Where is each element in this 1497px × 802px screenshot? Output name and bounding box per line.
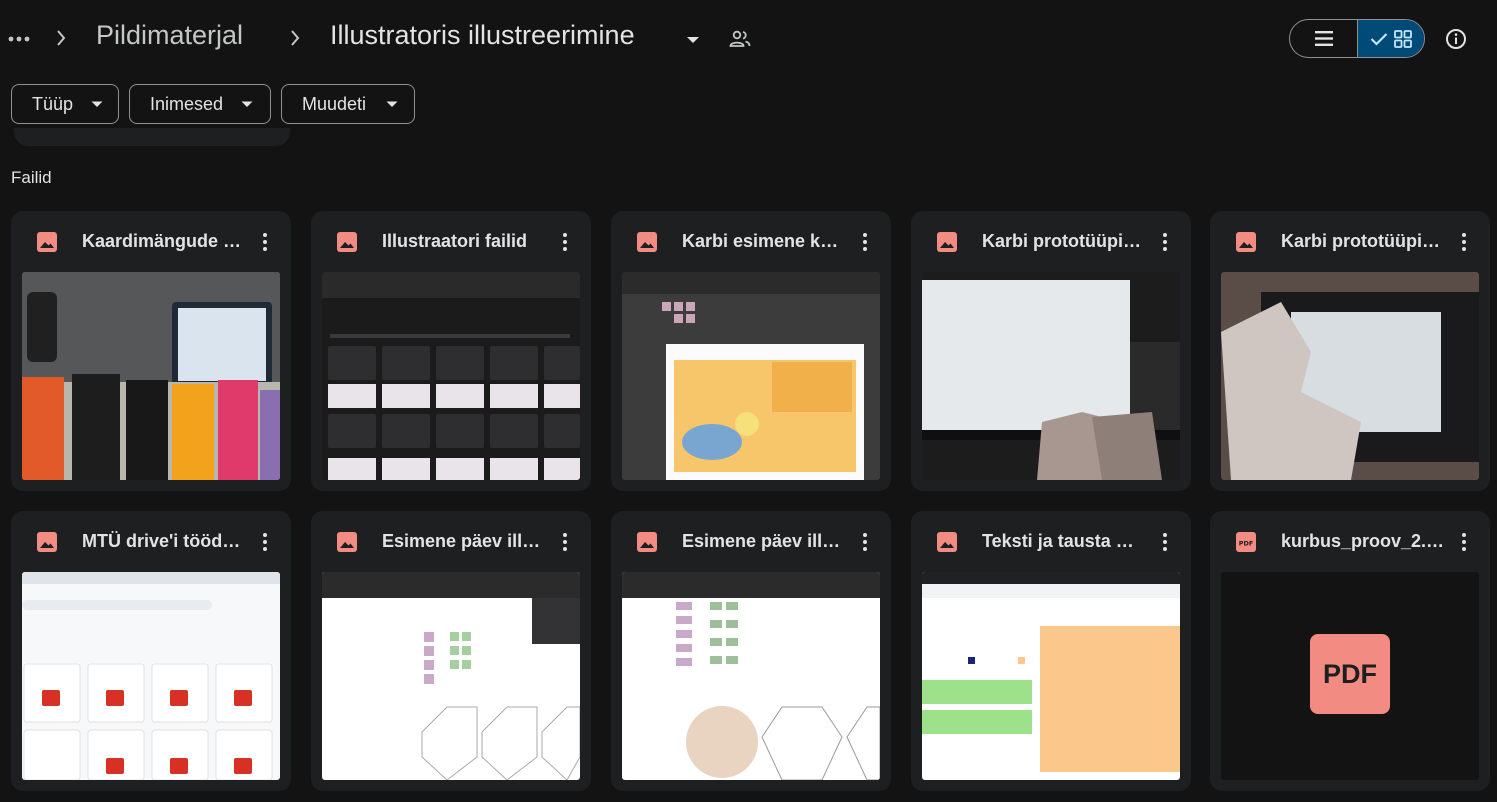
file-thumbnail[interactable]: PDF: [1221, 572, 1479, 780]
file-name: kurbus_proov_2.…: [1281, 531, 1445, 551]
file-card[interactable]: MTÜ drive'i tööd…: [11, 511, 291, 791]
filter-chip-label: Inimesed: [150, 94, 224, 114]
grid-view-button[interactable]: [1357, 20, 1424, 57]
more-vertical-icon[interactable]: [853, 529, 877, 555]
file-card[interactable]: PDF kurbus_proov_2.… PDF: [1210, 511, 1490, 791]
file-name: Esimene päev ill…: [682, 531, 841, 551]
image-file-icon: [937, 232, 957, 252]
file-thumbnail[interactable]: [922, 272, 1180, 480]
top-bar: Pildimaterjal Illustratoris illustreerim…: [0, 0, 1497, 78]
file-name: Karbi prototüüpi…: [982, 231, 1141, 251]
image-file-icon: [337, 532, 357, 552]
chevron-right-icon: [51, 28, 71, 48]
more-vertical-icon[interactable]: [1153, 529, 1177, 555]
svg-text:PDF: PDF: [1239, 540, 1254, 548]
more-vertical-icon[interactable]: [553, 529, 577, 555]
file-thumbnail[interactable]: [322, 272, 580, 480]
arrow-drop-down-icon[interactable]: [681, 28, 705, 52]
file-card[interactable]: Esimene päev ill…: [311, 511, 591, 791]
grid-view-icon: [1394, 29, 1412, 48]
breadcrumb-item-pildimaterjal[interactable]: Pildimaterjal: [96, 20, 243, 51]
file-card[interactable]: Esimene päev ill…: [611, 511, 891, 791]
arrow-drop-down-icon: [386, 101, 398, 107]
pdf-file-icon: PDF: [1236, 532, 1256, 552]
image-file-icon: [37, 232, 57, 252]
file-card[interactable]: Karbi esimene k…: [611, 211, 891, 491]
breadcrumb-current-folder[interactable]: Illustratoris illustreerimine: [330, 20, 635, 51]
file-card[interactable]: Karbi prototüüpi…: [1210, 211, 1490, 491]
file-name: Kaardimängude …: [82, 231, 242, 251]
file-name: Teksti ja tausta …: [982, 531, 1134, 551]
arrow-drop-down-icon: [91, 101, 103, 107]
file-card[interactable]: Kaardimängude …: [11, 211, 291, 491]
image-file-icon: [1236, 232, 1256, 252]
more-vertical-icon[interactable]: [1452, 529, 1476, 555]
people-icon[interactable]: [728, 27, 752, 51]
check-icon: [1370, 32, 1388, 46]
file-name: Karbi prototüüpi…: [1281, 231, 1440, 251]
image-file-icon: [637, 232, 657, 252]
filter-chip-people[interactable]: Inimesed: [129, 84, 271, 124]
file-card[interactable]: Karbi prototüüpi…: [911, 211, 1191, 491]
image-file-icon: [37, 532, 57, 552]
file-thumbnail[interactable]: [622, 272, 880, 480]
list-view-icon: [1314, 31, 1333, 46]
file-thumbnail[interactable]: [622, 572, 880, 780]
file-card[interactable]: Illustraatori failid: [311, 211, 591, 491]
file-name: Esimene päev ill…: [382, 531, 541, 551]
file-thumbnail[interactable]: [322, 572, 580, 780]
info-icon[interactable]: [1443, 26, 1469, 52]
image-file-icon: [937, 532, 957, 552]
more-vertical-icon[interactable]: [553, 229, 577, 255]
more-vertical-icon[interactable]: [1452, 229, 1476, 255]
section-title-files: Failid: [11, 168, 52, 187]
more-vertical-icon[interactable]: [1153, 229, 1177, 255]
file-name: Karbi esimene k…: [682, 231, 839, 251]
file-card[interactable]: Teksti ja tausta …: [911, 511, 1191, 791]
arrow-drop-down-icon: [241, 101, 253, 107]
pdf-preview-icon: PDF: [1310, 634, 1390, 714]
more-vertical-icon[interactable]: [853, 229, 877, 255]
view-toggle: [1289, 19, 1425, 58]
file-thumbnail[interactable]: [1221, 272, 1479, 480]
folder-card-partial: [14, 128, 290, 146]
file-thumbnail[interactable]: [22, 572, 280, 780]
image-file-icon: [637, 532, 657, 552]
file-name: Illustraatori failid: [382, 231, 528, 251]
file-name: MTÜ drive'i tööd…: [82, 531, 241, 551]
file-thumbnail[interactable]: [22, 272, 280, 480]
image-file-icon: [337, 232, 357, 252]
more-vertical-icon[interactable]: [253, 229, 277, 255]
filter-chip-label: Tüüp: [32, 94, 74, 114]
list-view-button[interactable]: [1290, 20, 1357, 57]
filter-chip-type[interactable]: Tüüp: [11, 84, 119, 124]
chevron-right-icon: [285, 28, 305, 48]
filter-chip-modified[interactable]: Muudeti: [281, 84, 415, 124]
more-horizontal-icon[interactable]: [6, 26, 32, 52]
filter-chip-label: Muudeti: [302, 94, 367, 114]
file-thumbnail[interactable]: [922, 572, 1180, 780]
more-vertical-icon[interactable]: [253, 529, 277, 555]
